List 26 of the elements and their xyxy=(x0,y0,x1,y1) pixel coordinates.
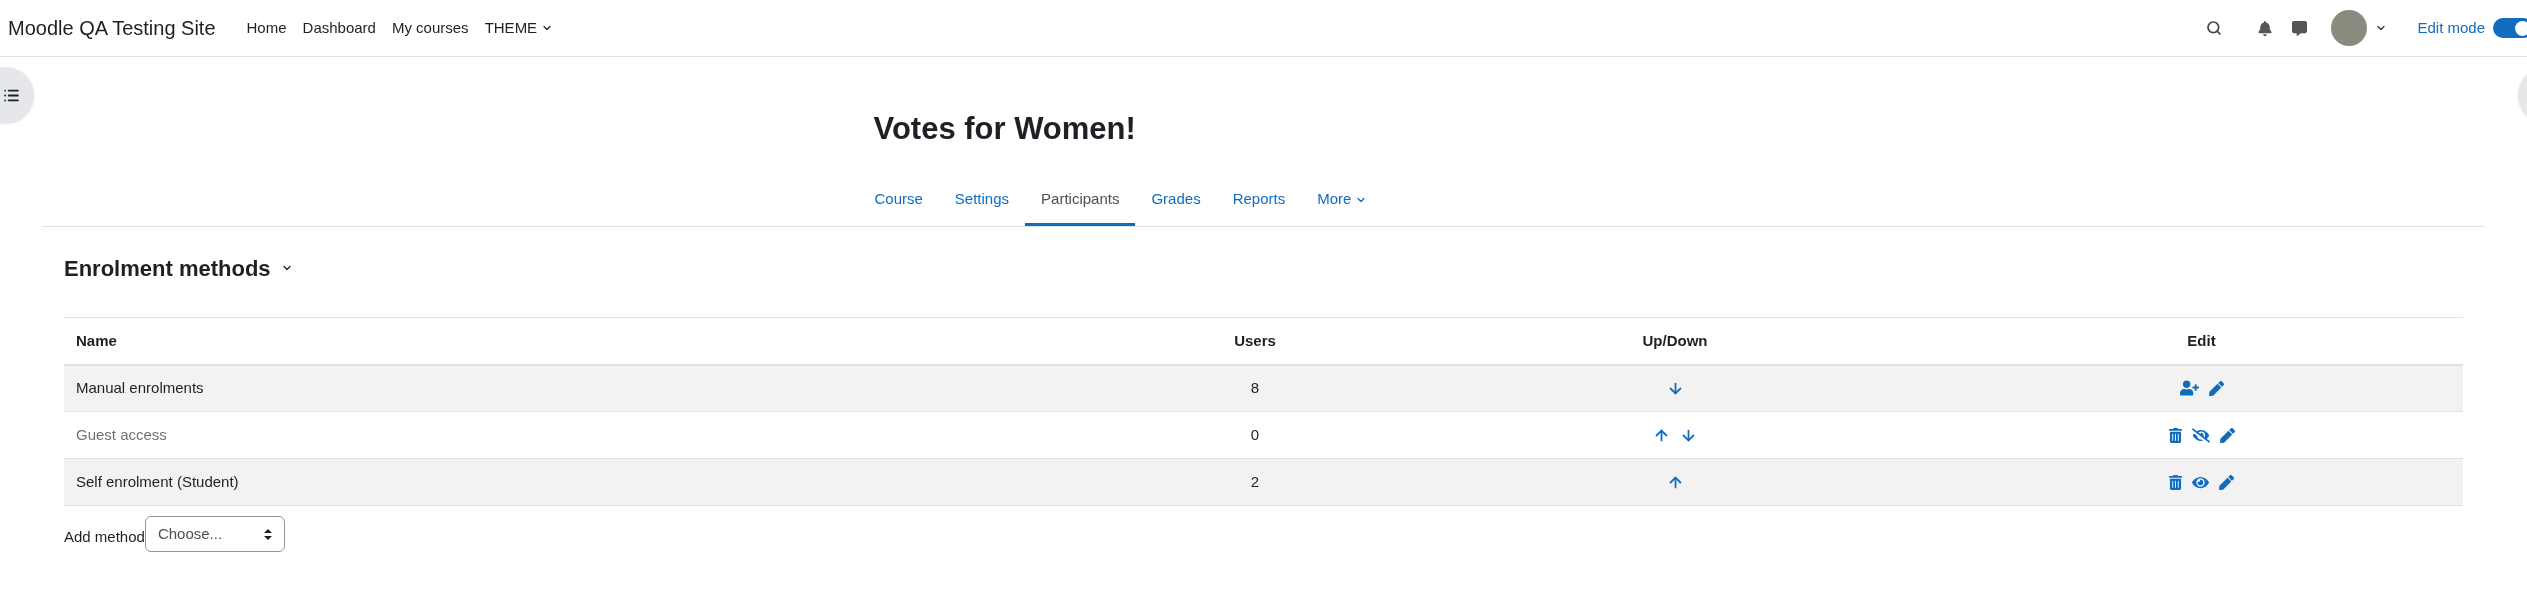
column-header: Users xyxy=(1234,331,1276,349)
user-count: 2 xyxy=(1250,472,1260,490)
course-tab[interactable]: More xyxy=(1301,176,1384,226)
add-method-label: Add method xyxy=(64,527,145,547)
nav-link[interactable]: Home xyxy=(246,16,287,40)
course-tab[interactable]: Settings xyxy=(938,176,1026,226)
method-name: Self enrolment (Student) xyxy=(76,472,239,490)
course-tab[interactable]: Grades xyxy=(1135,176,1217,226)
column-header: Edit xyxy=(2187,331,2216,349)
course-tab[interactable]: Reports xyxy=(1216,176,1302,226)
user-count: 0 xyxy=(1250,425,1260,443)
nav-link[interactable]: My courses xyxy=(391,16,469,40)
edit-mode-label: Edit mode xyxy=(2417,17,2485,38)
course-title: Votes for Women! xyxy=(872,110,1137,148)
method-name: Manual enrolments xyxy=(76,379,204,396)
nav-link[interactable]: THEME xyxy=(484,16,554,40)
nav-link[interactable]: Dashboard xyxy=(302,16,376,40)
course-tab[interactable]: Course xyxy=(858,176,939,226)
method-name: Guest access xyxy=(76,425,167,443)
column-header: Name xyxy=(76,331,117,349)
section-heading: Enrolment methods xyxy=(64,254,271,283)
user-count: 8 xyxy=(1250,379,1260,396)
column-header: Up/Down xyxy=(1642,331,1708,349)
site-name[interactable]: Moodle QA Testing Site xyxy=(8,13,216,43)
add-method-select[interactable]: Choose... xyxy=(144,516,285,552)
course-tab[interactable]: Participants xyxy=(1025,176,1136,226)
